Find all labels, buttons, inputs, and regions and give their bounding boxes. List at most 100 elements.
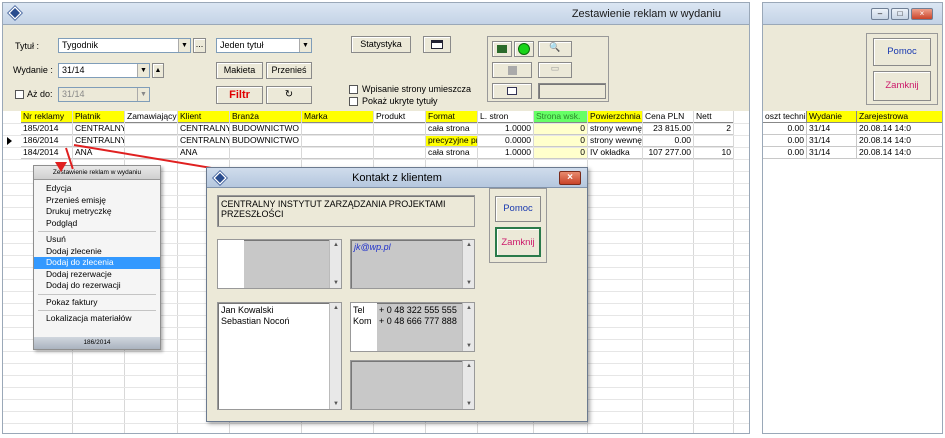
table-cell[interactable] [230,147,302,159]
az-do-combo[interactable]: 31/14 ▼ [58,87,150,102]
zamknij-button[interactable]: Zamknij [495,227,541,257]
table-cell[interactable]: 0.00 [643,135,694,147]
table-cell[interactable]: 0.00 [763,123,807,135]
column-header[interactable]: L. stron [478,111,534,123]
table-cell[interactable]: 31/14 [807,147,857,159]
column-header[interactable]: Powierzchnia [588,111,643,123]
arrow-down-icon[interactable]: ▼ [463,399,475,409]
minimize-icon[interactable]: – [871,8,889,20]
table-cell[interactable]: 186/2014 [21,135,73,147]
table-cell[interactable] [125,123,178,135]
column-header[interactable]: Nett [694,111,734,123]
contacts-scrollbar[interactable]: ▲ ▼ [329,303,341,409]
stop-button[interactable] [492,62,532,78]
arrow-down-icon[interactable]: ▼ [463,341,475,351]
preview-button[interactable]: 🔍 [538,41,572,57]
column-header[interactable]: Marka [302,111,374,123]
pokaz-checkbox[interactable] [349,97,358,106]
az-do-checkbox[interactable] [15,90,24,99]
table-cell[interactable]: 2 [694,123,734,135]
pomoc-button[interactable]: Pomoc [495,196,541,222]
phones-scrollbar[interactable]: ▲ ▼ [462,303,474,351]
table-cell[interactable]: 1.0000 [478,147,534,159]
chevron-down-icon[interactable]: ▼ [137,88,149,101]
arrow-up-icon[interactable]: ▲ [330,240,342,250]
table-cell[interactable] [125,135,178,147]
column-header[interactable]: Cena PLN [643,111,694,123]
arrow-down-icon[interactable]: ▼ [463,278,475,288]
column-header[interactable]: Nr reklamy [21,111,73,123]
context-menu-item[interactable]: Dodaj do zlecenia [34,257,160,269]
jeden-tytul-combo[interactable]: Jeden tytuł ▼ [216,38,312,53]
wpisanie-checkbox[interactable] [349,85,358,94]
column-header[interactable]: Wydanie [807,111,857,123]
table-cell[interactable] [302,147,374,159]
calendar-button[interactable] [423,36,451,53]
table-cell[interactable]: 0.0000 [478,135,534,147]
list-item[interactable]: Sebastian Nocoń [221,316,338,327]
address-list[interactable]: ▲ ▼ [217,239,342,289]
pomoc-button[interactable]: Pomoc [873,38,931,66]
statystyka-button[interactable]: Statystyka [351,36,411,53]
wydanie-up-button[interactable]: ▲ [152,63,164,78]
column-header[interactable]: oszt technic [763,111,807,123]
phone-number[interactable]: + 0 48 322 555 555 [379,305,457,316]
close-icon[interactable]: × [911,8,933,20]
column-header[interactable]: Klient [178,111,230,123]
context-menu-item[interactable]: Dodaj rezerwacje [34,269,160,281]
wydanie-combo[interactable]: 31/14 ▼ [58,63,150,78]
table-cell[interactable]: 1.0000 [478,123,534,135]
table-cell[interactable]: 20.08.14 14:0 [857,123,942,135]
edit-button[interactable] [492,41,512,57]
print-button[interactable]: ▭ [538,62,572,78]
column-header[interactable]: Strona wsk. [534,111,588,123]
column-header[interactable]: Zarejestrowa [857,111,942,123]
notes-scrollbar[interactable]: ▲ ▼ [462,361,474,409]
table-cell[interactable] [374,135,426,147]
table-cell[interactable]: CENTRALNY IN [178,135,230,147]
table-cell[interactable]: precyzyjne prz [426,135,478,147]
table-cell[interactable] [374,123,426,135]
column-header[interactable]: Produkt [374,111,426,123]
zamknij-button[interactable]: Zamknij [873,71,931,101]
tytul-combo[interactable]: Tygodnik ▼ [58,38,191,53]
phones-list[interactable]: Tel Kom + 0 48 322 555 555 + 0 48 666 77… [350,302,475,352]
email-scrollbar[interactable]: ▲ ▼ [462,240,474,288]
przenies-button[interactable]: Przenieś [266,62,312,79]
context-menu-item[interactable]: Przenieś emisję [34,195,160,207]
table-cell[interactable]: 185/2014 [21,123,73,135]
makieta-button[interactable]: Makieta [216,62,263,79]
close-icon[interactable]: × [559,171,581,185]
column-header[interactable]: Płatnik [73,111,125,123]
arrow-up-icon[interactable]: ▲ [463,303,475,313]
email-value[interactable]: jk@wp.pl [354,242,391,252]
context-menu-item[interactable]: Dodaj zlecenie [34,246,160,258]
note-button[interactable] [492,83,532,99]
table-cell[interactable]: cała strona [426,123,478,135]
column-header[interactable]: Format [426,111,478,123]
table-cell[interactable]: ANA [178,147,230,159]
email-list[interactable]: jk@wp.pl ▲ ▼ [350,239,475,289]
arrow-up-icon[interactable]: ▲ [330,303,342,313]
table-cell[interactable]: 20.08.14 14:0 [857,147,942,159]
table-cell[interactable]: 0.00 [763,135,807,147]
table-cell[interactable]: 23 815.00 [643,123,694,135]
table-cell[interactable]: 0 [534,135,588,147]
table-cell[interactable]: 31/14 [807,123,857,135]
phone-number[interactable]: + 0 48 666 777 888 [379,316,457,327]
column-header[interactable]: Zamawiający [125,111,178,123]
refresh-button[interactable]: ↻ [266,86,312,104]
chevron-down-icon[interactable]: ▼ [178,39,190,52]
arrow-down-icon[interactable]: ▼ [330,278,342,288]
arrow-up-icon[interactable]: ▲ [463,361,475,371]
context-menu-item[interactable]: Lokalizacja materiałów [34,313,160,325]
table-cell[interactable]: 10 [694,147,734,159]
arrow-down-icon[interactable]: ▼ [330,399,342,409]
table-cell[interactable]: strony wewnę [588,135,643,147]
chevron-down-icon[interactable]: ▼ [299,39,311,52]
table-cell[interactable]: 20.08.14 14:0 [857,135,942,147]
filtr-button[interactable]: Filtr [216,86,263,104]
list-item[interactable]: Jan Kowalski [221,305,338,316]
context-menu-item[interactable]: Podgląd [34,218,160,230]
table-cell[interactable]: BUDOWNICTWO [230,135,302,147]
